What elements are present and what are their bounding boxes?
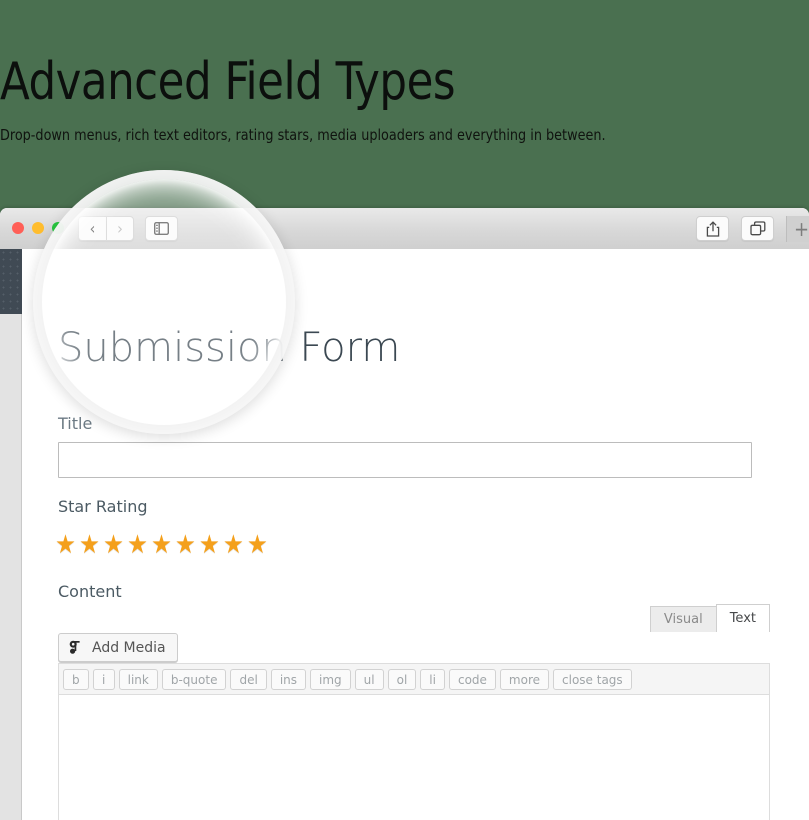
- hero-banner: Advanced Field Types Drop-down menus, ri…: [0, 0, 809, 205]
- quicktag-ul[interactable]: ul: [354, 668, 384, 690]
- minimize-window-icon[interactable]: [32, 222, 44, 234]
- editor-tab-text[interactable]: Text: [715, 604, 770, 632]
- quicktag-ol[interactable]: ol: [387, 668, 417, 690]
- star-icon[interactable]: ★: [151, 532, 172, 558]
- new-tab-button[interactable]: +: [786, 216, 809, 242]
- tab-overview-icon: [749, 221, 765, 236]
- admin-sidebar-footer: [0, 314, 22, 820]
- browser-window: ‹ › + Submission Form Title Star Rating …: [0, 208, 809, 820]
- chevron-right-icon: ›: [117, 218, 123, 238]
- add-media-label: Add Media: [92, 639, 166, 656]
- zoom-window-icon[interactable]: [52, 222, 64, 234]
- plus-icon: +: [793, 217, 809, 241]
- quicktag-del[interactable]: del: [230, 668, 267, 690]
- star-icon[interactable]: ★: [103, 532, 124, 558]
- editor-tab-visual[interactable]: Visual: [649, 606, 717, 632]
- traffic-lights: [12, 222, 64, 234]
- sidebar-icon: [154, 222, 169, 235]
- sidebar-toggle-button[interactable]: [145, 216, 178, 241]
- close-window-icon[interactable]: [12, 222, 24, 234]
- content-textarea[interactable]: [58, 694, 770, 820]
- star-rating-control[interactable]: ★ ★ ★ ★ ★ ★ ★ ★ ★: [55, 532, 268, 558]
- page-subtitle: Drop-down menus, rich text editors, rati…: [0, 126, 606, 144]
- editor-mode-tabs: Visual Text: [649, 604, 770, 632]
- star-icon[interactable]: ★: [199, 532, 220, 558]
- form-heading: Submission Form: [58, 325, 401, 371]
- star-icon[interactable]: ★: [127, 532, 148, 558]
- star-icon[interactable]: ★: [175, 532, 196, 558]
- quicktag-li[interactable]: li: [420, 668, 445, 690]
- star-icon[interactable]: ★: [79, 532, 100, 558]
- page-viewport: Submission Form Title Star Rating ★ ★ ★ ★ ★ ★…: [0, 249, 809, 820]
- share-button[interactable]: [696, 216, 729, 241]
- chevron-left-icon: ‹: [89, 218, 96, 238]
- star-rating-label: Star Rating: [58, 497, 148, 516]
- quicktag-b[interactable]: b: [63, 668, 89, 690]
- form-page: Submission Form Title Star Rating ★ ★ ★ ★ ★ ★…: [23, 249, 809, 820]
- add-media-button[interactable]: Add Media: [58, 633, 178, 662]
- quicktag-ins[interactable]: ins: [270, 668, 307, 690]
- quicktag-link[interactable]: link: [118, 668, 158, 690]
- back-button[interactable]: ‹: [78, 216, 106, 241]
- quicktag-close-tags[interactable]: close tags: [553, 668, 632, 690]
- quicktag-img[interactable]: img: [310, 668, 351, 690]
- editor-media-row: Add Media: [58, 633, 770, 667]
- quicktag-i[interactable]: i: [92, 668, 115, 690]
- title-field-label: Title: [58, 414, 93, 433]
- star-icon[interactable]: ★: [247, 532, 268, 558]
- page-title: Advanced Field Types: [0, 52, 456, 112]
- quicktag-more[interactable]: more: [499, 668, 550, 690]
- editor-quicktag-toolbar: b i link b-quote del ins img ul ol li code more clos…: [58, 663, 770, 694]
- star-icon[interactable]: ★: [55, 532, 76, 558]
- admin-sidebar: [0, 249, 22, 314]
- content-field-label: Content: [58, 582, 122, 601]
- media-icon: [69, 640, 80, 654]
- forward-button[interactable]: ›: [106, 216, 134, 241]
- share-icon: [706, 220, 719, 237]
- title-input[interactable]: [58, 442, 752, 478]
- quicktag-b-quote[interactable]: b-quote: [161, 668, 227, 690]
- star-icon[interactable]: ★: [223, 532, 244, 558]
- quicktag-code[interactable]: code: [448, 668, 496, 690]
- browser-titlebar: ‹ › +: [0, 208, 809, 250]
- tab-overview-button[interactable]: [741, 216, 774, 241]
